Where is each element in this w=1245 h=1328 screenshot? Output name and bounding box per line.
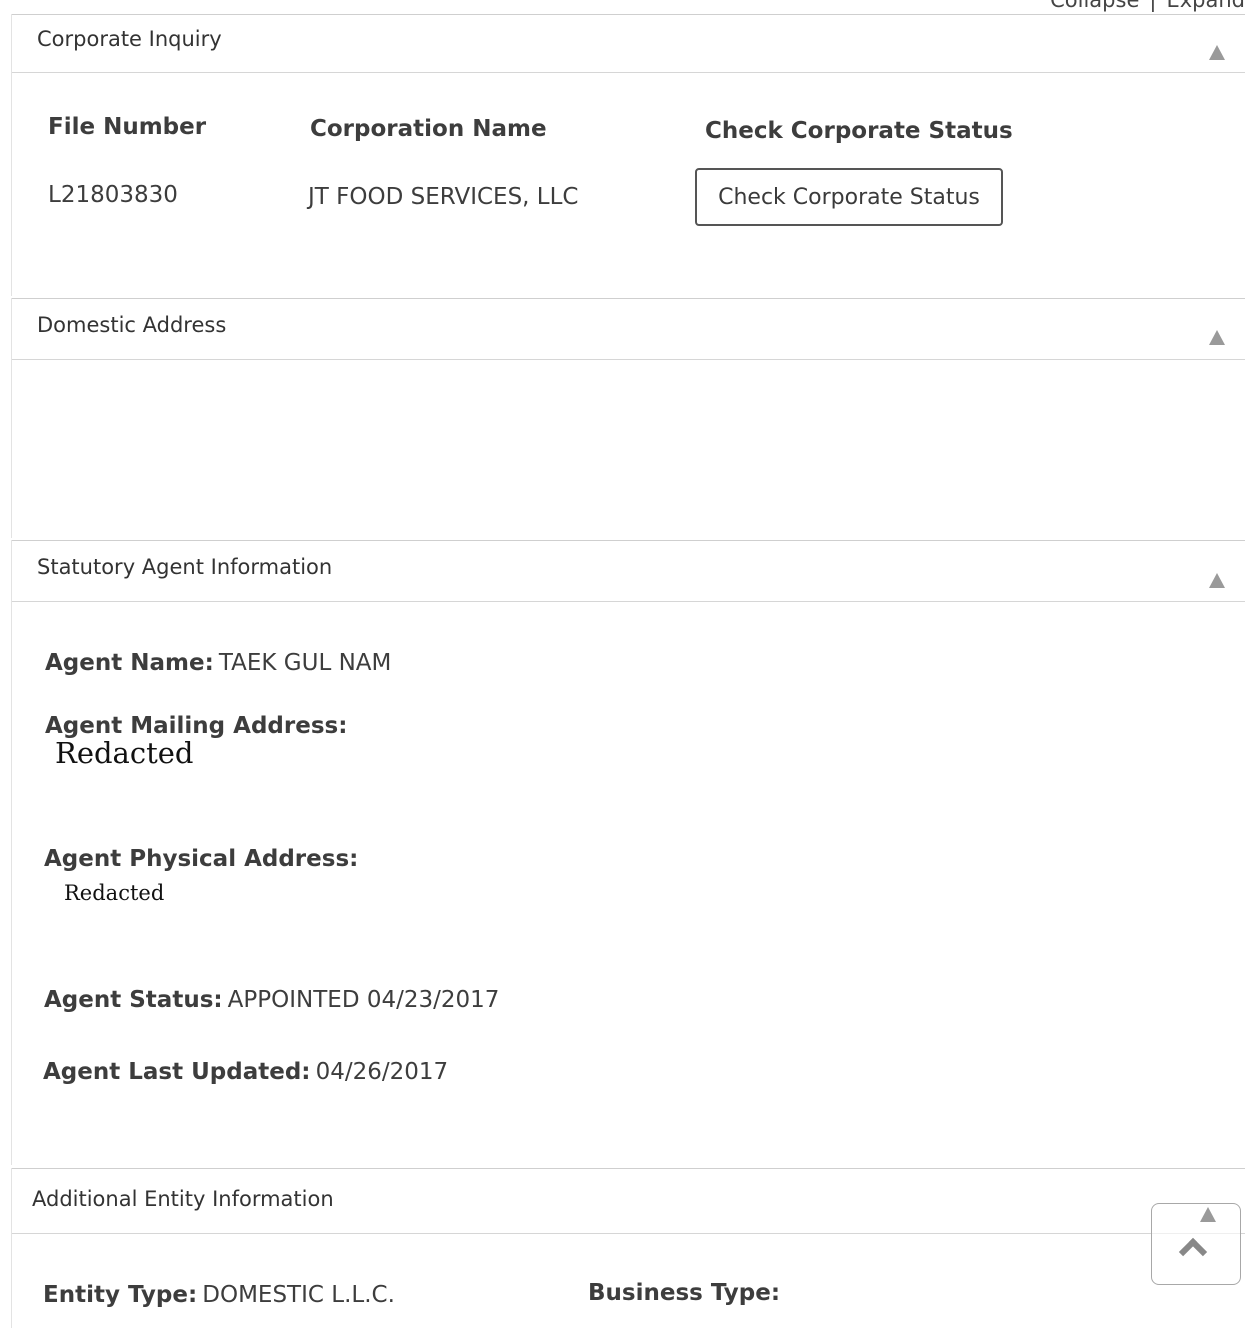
expand-all-link[interactable]: Expand	[1166, 0, 1245, 12]
business-type-row: Business Type:	[588, 1280, 780, 1306]
agent-status-row: Agent Status: APPOINTED 04/23/2017	[44, 987, 499, 1013]
panel-title: Corporate Inquiry	[37, 27, 222, 51]
entity-type-label: Entity Type:	[43, 1282, 198, 1308]
collapse-expand-links: Collapse | Expand	[1050, 0, 1245, 12]
business-type-label: Business Type:	[588, 1280, 781, 1306]
chevron-up-icon	[1178, 1237, 1208, 1267]
entity-type-value: DOMESTIC L.L.C.	[202, 1282, 395, 1308]
agent-last-updated-value: 04/26/2017	[315, 1059, 449, 1085]
file-number-value: L21803830	[48, 182, 178, 208]
agent-name-value: TAEK GUL NAM	[218, 650, 392, 676]
agent-last-updated-row: Agent Last Updated: 04/26/2017	[43, 1059, 448, 1085]
collapse-all-link[interactable]: Collapse	[1050, 0, 1139, 12]
agent-physical-address-value: Redacted	[64, 881, 165, 905]
agent-name-label: Agent Name:	[45, 650, 214, 676]
check-corporate-status-button[interactable]: Check Corporate Status	[695, 168, 1003, 226]
entity-type-row: Entity Type: DOMESTIC L.L.C.	[43, 1282, 395, 1308]
check-status-label: Check Corporate Status	[705, 118, 1013, 144]
additional-entity-header[interactable]: Additional Entity Information	[12, 1168, 1245, 1234]
corporation-name-value: JT FOOD SERVICES, LLC	[308, 184, 579, 210]
panel-title: Domestic Address	[37, 313, 227, 337]
corporate-inquiry-panel: Corporate Inquiry	[11, 14, 1245, 296]
agent-name-row: Agent Name: TAEK GUL NAM	[45, 650, 391, 676]
panel-title: Additional Entity Information	[32, 1187, 334, 1211]
agent-status-label: Agent Status:	[44, 987, 223, 1013]
collapse-icon[interactable]	[1209, 330, 1225, 345]
domestic-address-header[interactable]: Domestic Address	[12, 298, 1245, 360]
collapse-icon[interactable]	[1209, 45, 1225, 60]
domestic-address-panel: Domestic Address	[11, 298, 1245, 538]
link-separator: |	[1149, 0, 1157, 12]
file-number-label: File Number	[48, 114, 207, 140]
statutory-agent-header[interactable]: Statutory Agent Information	[12, 540, 1245, 602]
corporate-inquiry-header[interactable]: Corporate Inquiry	[12, 14, 1245, 73]
scroll-to-top-button[interactable]	[1151, 1203, 1241, 1285]
panel-title: Statutory Agent Information	[37, 555, 333, 579]
collapse-icon[interactable]	[1209, 573, 1225, 588]
agent-mailing-address-value: Redacted	[55, 736, 194, 770]
collapse-icon[interactable]	[1200, 1207, 1216, 1222]
agent-physical-address-label: Agent Physical Address:	[44, 846, 359, 872]
agent-last-updated-label: Agent Last Updated:	[43, 1059, 311, 1085]
agent-status-value: APPOINTED 04/23/2017	[227, 987, 500, 1013]
corporation-name-label: Corporation Name	[310, 116, 547, 142]
